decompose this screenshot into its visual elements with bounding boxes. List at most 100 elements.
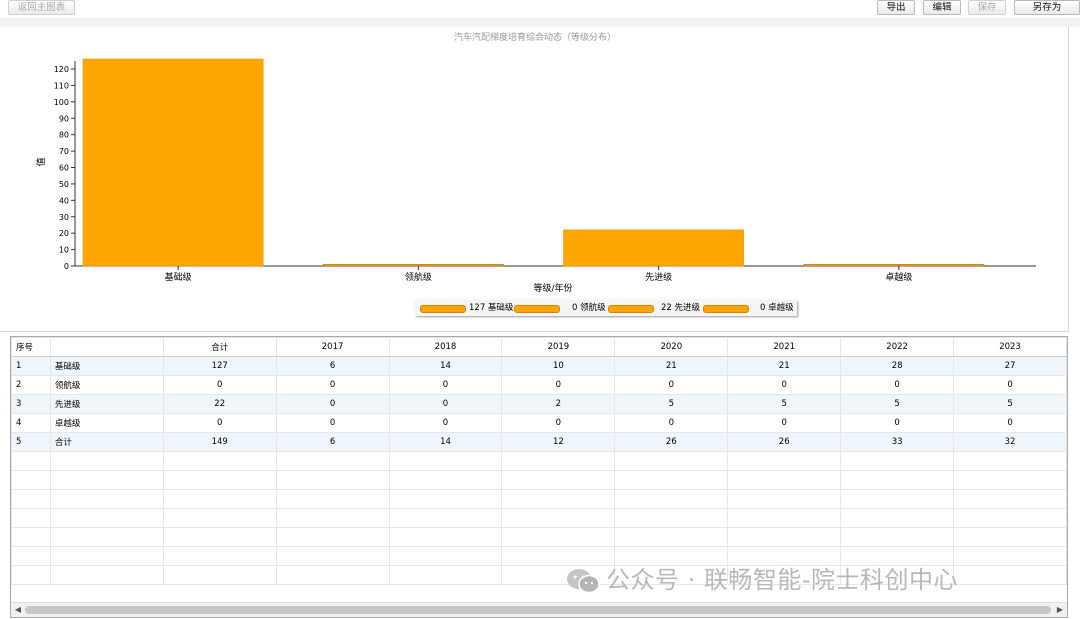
empty-cell (275, 546, 390, 566)
y-tick-label: 10 (59, 246, 69, 255)
legend-swatch (514, 305, 560, 313)
x-tick-label: 卓越级 (885, 271, 912, 283)
empty-cell (49, 565, 164, 585)
value-cell: 0 (275, 375, 390, 395)
table-row[interactable]: 5 合计 149 6 14 12 26 26 33 32 (11, 432, 1067, 452)
empty-cell (501, 451, 616, 471)
empty-cell (162, 470, 277, 490)
y-tick-label: 120 (54, 65, 69, 74)
empty-cell (727, 451, 842, 471)
value-cell: 0 (388, 375, 503, 395)
value-cell: 0 (614, 413, 729, 433)
y-tick-label: 40 (59, 196, 69, 205)
watermark: 公众号 · 联畅智能-院士科创中心 (566, 560, 958, 595)
scroll-right-icon[interactable]: ▶ (1054, 604, 1066, 616)
y-tick-label: 60 (59, 164, 69, 173)
empty-cell (49, 527, 164, 547)
value-cell: 5 (727, 394, 842, 414)
save-button[interactable]: 保存 (968, 0, 1006, 15)
value-cell: 32 (953, 432, 1067, 452)
horizontal-scrollbar[interactable]: ◀ ▶ (11, 602, 1067, 617)
x-tick-label: 基础级 (165, 271, 192, 283)
row-index-cell: 3 (11, 394, 51, 414)
empty-cell (388, 489, 503, 509)
empty-cell (275, 527, 390, 547)
table-row[interactable]: 1 基础级 127 6 14 10 21 21 28 27 (11, 356, 1067, 376)
value-cell: 0 (840, 413, 955, 433)
empty-cell (388, 508, 503, 528)
empty-row (11, 451, 1067, 471)
empty-cell (953, 565, 1067, 585)
value-cell: 0 (727, 375, 842, 395)
column-header[interactable]: 2021 (727, 337, 842, 357)
column-header[interactable]: 2018 (388, 337, 503, 357)
column-header[interactable]: 合计 (162, 337, 277, 357)
value-cell: 26 (614, 432, 729, 452)
empty-cell (501, 527, 616, 547)
empty-cell (162, 546, 277, 566)
value-cell: 28 (840, 356, 955, 376)
empty-row (11, 508, 1067, 528)
empty-cell (388, 546, 503, 566)
x-tick-label: 先进级 (645, 271, 672, 283)
bar (82, 58, 264, 267)
save-as-button[interactable]: 另存为 (1014, 0, 1080, 15)
empty-cell (727, 527, 842, 547)
empty-cell (953, 489, 1067, 509)
y-tick-label: 20 (59, 229, 69, 238)
empty-cell (388, 451, 503, 471)
export-button[interactable]: 导出 (877, 0, 915, 15)
column-header[interactable]: 2023 (953, 337, 1067, 357)
value-cell: 149 (162, 432, 277, 452)
empty-cell (49, 489, 164, 509)
value-cell: 0 (388, 413, 503, 433)
empty-cell (953, 546, 1067, 566)
bar (803, 264, 985, 267)
column-header[interactable]: 2022 (840, 337, 955, 357)
empty-cell (388, 470, 503, 490)
column-header[interactable]: 2017 (275, 337, 390, 357)
y-tick-label: 90 (59, 114, 69, 123)
value-cell: 22 (162, 394, 277, 414)
empty-cell (49, 470, 164, 490)
value-cell: 0 (501, 413, 616, 433)
empty-cell (11, 470, 51, 490)
row-label-cell: 合计 (49, 432, 164, 452)
back-to-main-chart-button[interactable]: 返回主图表 (8, 0, 75, 15)
chart-legend: 127 基础级 0 领航级 22 先进级 0 卓越级 (415, 300, 797, 316)
empty-cell (953, 470, 1067, 490)
value-cell: 5 (953, 394, 1067, 414)
toolbar: 返回主图表 导出 编辑 保存 另存为 (0, 0, 1080, 18)
column-header[interactable]: 2019 (501, 337, 616, 357)
value-cell: 5 (614, 394, 729, 414)
column-header[interactable] (49, 337, 164, 357)
scroll-left-icon[interactable]: ◀ (12, 604, 24, 616)
empty-cell (840, 470, 955, 490)
row-label-cell: 基础级 (49, 356, 164, 376)
edit-button[interactable]: 编辑 (923, 0, 961, 15)
table-row[interactable]: 2 领航级 0 0 0 0 0 0 0 0 (11, 375, 1067, 395)
row-index-cell: 5 (11, 432, 51, 452)
empty-cell (953, 508, 1067, 528)
empty-cell (49, 546, 164, 566)
y-tick-label: 70 (59, 147, 69, 156)
row-label-cell: 卓越级 (49, 413, 164, 433)
y-axis-label: 值 (35, 157, 47, 166)
row-index-cell: 2 (11, 375, 51, 395)
empty-cell (162, 451, 277, 471)
empty-row (11, 489, 1067, 509)
table-row[interactable]: 3 先进级 22 0 0 2 5 5 5 5 (11, 394, 1067, 414)
empty-cell (840, 451, 955, 471)
empty-cell (162, 527, 277, 547)
empty-cell (162, 489, 277, 509)
column-header[interactable]: 2020 (614, 337, 729, 357)
value-cell: 33 (840, 432, 955, 452)
row-label-cell: 先进级 (49, 394, 164, 414)
scrollbar-thumb[interactable] (25, 606, 1051, 614)
empty-cell (727, 489, 842, 509)
bar (322, 264, 504, 267)
value-cell: 0 (388, 394, 503, 414)
column-header[interactable]: 序号 (11, 337, 51, 357)
value-cell: 26 (727, 432, 842, 452)
table-row[interactable]: 4 卓越级 0 0 0 0 0 0 0 0 (11, 413, 1067, 433)
